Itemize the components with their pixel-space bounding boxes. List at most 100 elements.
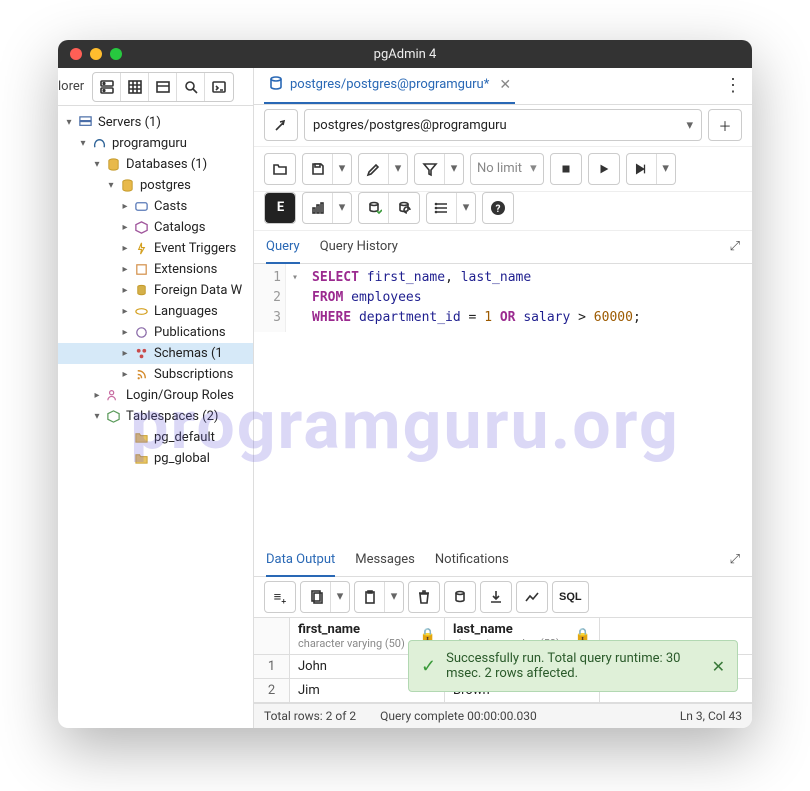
paste-menu-button[interactable]: ▾ xyxy=(385,582,403,612)
catalogs-icon xyxy=(132,220,150,235)
connection-select[interactable]: postgres/postgres@programguru ▾ xyxy=(304,109,702,141)
add-row-button[interactable]: ≡₊ xyxy=(265,582,295,612)
explorer-panel: lorer ▾Servers (1) ▾programguru ▾Databas… xyxy=(58,68,254,728)
tree-event-triggers[interactable]: ▸Event Triggers xyxy=(58,238,253,259)
sql-editor[interactable]: 1 2 3 ▾ SELECT first_name, last_name FRO… xyxy=(254,264,752,332)
tree-catalogs[interactable]: ▸Catalogs xyxy=(58,217,253,238)
tree-server[interactable]: ▾programguru xyxy=(58,133,253,154)
execute-button[interactable] xyxy=(589,154,619,184)
save-button[interactable] xyxy=(303,154,333,184)
download-button[interactable] xyxy=(481,582,511,612)
new-connection-button[interactable]: ＋ xyxy=(708,109,742,141)
folder-icon xyxy=(132,430,150,445)
edit-button[interactable] xyxy=(359,154,389,184)
filter-button[interactable] xyxy=(415,154,445,184)
connection-status-button[interactable] xyxy=(264,109,298,141)
close-window-button[interactable] xyxy=(70,48,82,60)
explain-button[interactable] xyxy=(627,154,657,184)
tab-notifications[interactable]: Notifications xyxy=(435,544,509,575)
maximize-window-button[interactable] xyxy=(110,48,122,60)
database-icon xyxy=(104,157,122,172)
expand-icon[interactable]: ⤢ xyxy=(730,239,740,254)
tree-pg-default[interactable]: pg_default xyxy=(58,427,253,448)
tree-schemas[interactable]: ▸Schemas (1 xyxy=(58,343,253,364)
tab-query-history[interactable]: Query History xyxy=(320,231,398,262)
tree-login-roles[interactable]: ▸Login/Group Roles xyxy=(58,385,253,406)
tree-languages[interactable]: ▸Languages xyxy=(58,301,253,322)
graph-button[interactable] xyxy=(303,193,333,223)
query-tool-panel: postgres/postgres@programguru* ✕ ⋮ postg… xyxy=(254,68,752,728)
tab-messages[interactable]: Messages xyxy=(355,544,415,575)
tab-data-output[interactable]: Data Output xyxy=(266,544,335,577)
copy-menu-button[interactable]: ▾ xyxy=(331,582,349,612)
tree-casts[interactable]: ▸Casts xyxy=(58,196,253,217)
code-area[interactable]: SELECT first_name, last_name FROM employ… xyxy=(304,264,649,332)
chevron-down-icon: ▾ xyxy=(686,118,693,133)
server-group-icon xyxy=(76,115,94,130)
chart-button[interactable] xyxy=(517,582,547,612)
expand-output-icon[interactable]: ⤢ xyxy=(730,552,740,567)
edit-menu-button[interactable]: ▾ xyxy=(389,154,407,184)
table-icon[interactable] xyxy=(121,73,149,101)
save-data-button[interactable] xyxy=(445,582,475,612)
tree-foreign-data[interactable]: ▸Foreign Data W xyxy=(58,280,253,301)
tree-tablespaces[interactable]: ▾Tablespaces (2) xyxy=(58,406,253,427)
status-complete: Query complete 00:00:00.030 xyxy=(380,709,537,723)
search-icon[interactable] xyxy=(177,73,205,101)
database-tab-icon xyxy=(268,75,284,95)
commit-button[interactable] xyxy=(359,193,389,223)
stop-button[interactable] xyxy=(551,154,581,184)
copy-button[interactable] xyxy=(301,582,331,612)
minimize-window-button[interactable] xyxy=(90,48,102,60)
refresh-with-filter-icon[interactable] xyxy=(149,73,177,101)
foreign-data-icon xyxy=(132,283,150,298)
close-toast-icon[interactable]: ✕ xyxy=(712,657,725,676)
roles-icon xyxy=(104,388,122,403)
tree-pg-global[interactable]: pg_global xyxy=(58,448,253,469)
status-bar: Total rows: 2 of 2 Query complete 00:00:… xyxy=(254,703,752,728)
limit-select[interactable]: No limit▾ xyxy=(471,154,543,184)
graph-menu-button[interactable]: ▾ xyxy=(333,193,351,223)
explain-analyze-button[interactable]: E xyxy=(265,193,295,223)
macros-button[interactable] xyxy=(427,193,457,223)
tree-servers[interactable]: ▾Servers (1) xyxy=(58,112,253,133)
connection-row: postgres/postgres@programguru ▾ ＋ xyxy=(254,105,752,147)
status-cursor: Ln 3, Col 43 xyxy=(680,709,742,723)
save-menu-button[interactable]: ▾ xyxy=(333,154,351,184)
editor-tab[interactable]: postgres/postgres@programguru* ✕ xyxy=(264,68,515,104)
tree-databases[interactable]: ▾Databases (1) xyxy=(58,154,253,175)
trigger-icon xyxy=(132,241,150,256)
svg-text:?: ? xyxy=(496,204,501,215)
macros-menu-button[interactable]: ▾ xyxy=(457,193,475,223)
sql-view-button[interactable]: SQL xyxy=(553,582,588,612)
window-controls xyxy=(70,48,122,60)
row-header-blank xyxy=(254,618,290,654)
explain-menu-button[interactable]: ▾ xyxy=(657,154,675,184)
server-icon[interactable] xyxy=(93,73,121,101)
paste-button[interactable] xyxy=(355,582,385,612)
query-tabs: Query Query History ⤢ xyxy=(254,231,752,264)
extensions-icon xyxy=(132,262,150,277)
connection-text: postgres/postgres@programguru xyxy=(313,118,507,133)
tab-query[interactable]: Query xyxy=(266,231,300,264)
folder-icon xyxy=(132,451,150,466)
help-button[interactable]: ? xyxy=(483,193,513,223)
tab-menu-icon[interactable]: ⋮ xyxy=(724,75,742,96)
filter-menu-button[interactable]: ▾ xyxy=(445,154,463,184)
rollback-button[interactable] xyxy=(389,193,419,223)
explorer-toolbar xyxy=(92,72,234,102)
delete-button[interactable] xyxy=(409,582,439,612)
open-file-button[interactable] xyxy=(265,154,295,184)
terminal-icon[interactable] xyxy=(205,73,233,101)
tree-subscriptions[interactable]: ▸Subscriptions xyxy=(58,364,253,385)
tree-postgres-db[interactable]: ▾postgres xyxy=(58,175,253,196)
tree-extensions[interactable]: ▸Extensions xyxy=(58,259,253,280)
tablespaces-icon xyxy=(104,409,122,424)
close-tab-icon[interactable]: ✕ xyxy=(499,77,511,93)
check-icon: ✓ xyxy=(421,656,436,677)
tree-publications[interactable]: ▸Publications xyxy=(58,322,253,343)
output-toolbar: ≡₊ ▾ ▾ SQL xyxy=(254,577,752,618)
subscriptions-icon xyxy=(132,367,150,382)
object-tree[interactable]: ▾Servers (1) ▾programguru ▾Databases (1)… xyxy=(58,106,253,728)
fold-gutter: ▾ xyxy=(286,264,304,332)
